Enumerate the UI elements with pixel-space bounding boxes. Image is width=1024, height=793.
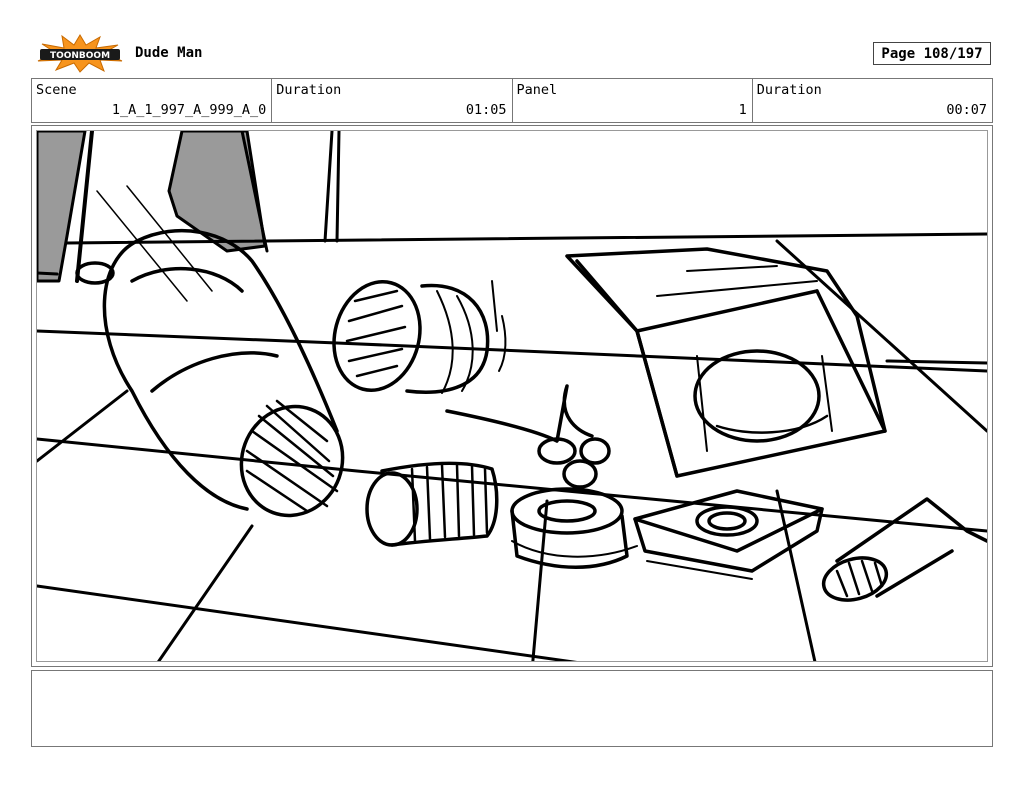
box-with-ball-sketch: [565, 247, 887, 478]
page-counter: Page 108/197: [873, 42, 991, 65]
scene-duration-value: 01:05: [465, 102, 507, 118]
panel-notes-box: [31, 670, 993, 747]
scene-value: 1_A_1_997_A_999_A_0: [111, 102, 267, 118]
panel-cell: Panel 1: [513, 79, 753, 122]
large-can-sketch: [75, 185, 345, 518]
cylinder-right-sketch: [821, 497, 987, 602]
panel-duration-label: Duration: [756, 82, 822, 98]
storyboard-panel-frame: [31, 125, 993, 667]
small-can-sketch: [365, 461, 499, 547]
panel-duration-value: 00:07: [946, 102, 987, 118]
panel-value: 1: [738, 102, 747, 118]
scene-label: Scene: [36, 82, 77, 98]
panel-duration-cell: Duration 00:07: [753, 79, 992, 122]
scene-duration-cell: Duration 01:05: [272, 79, 513, 122]
project-title: Dude Man: [135, 45, 203, 61]
tape-roll-sketch: [445, 384, 638, 569]
svg-text:TOONBOOM: TOONBOOM: [50, 51, 110, 61]
panel-info-row: Scene 1_A_1_997_A_999_A_0 Duration 01:05…: [31, 78, 993, 123]
toonboom-logo: TOONBOOM: [34, 33, 126, 73]
scene-cell: Scene 1_A_1_997_A_999_A_0: [32, 79, 273, 122]
sketch-canvas: [36, 130, 988, 662]
scene-duration-label: Duration: [276, 82, 342, 98]
legs-sketch: [37, 131, 341, 283]
open-can-sketch: [332, 280, 507, 394]
panel-label: Panel: [516, 82, 558, 98]
